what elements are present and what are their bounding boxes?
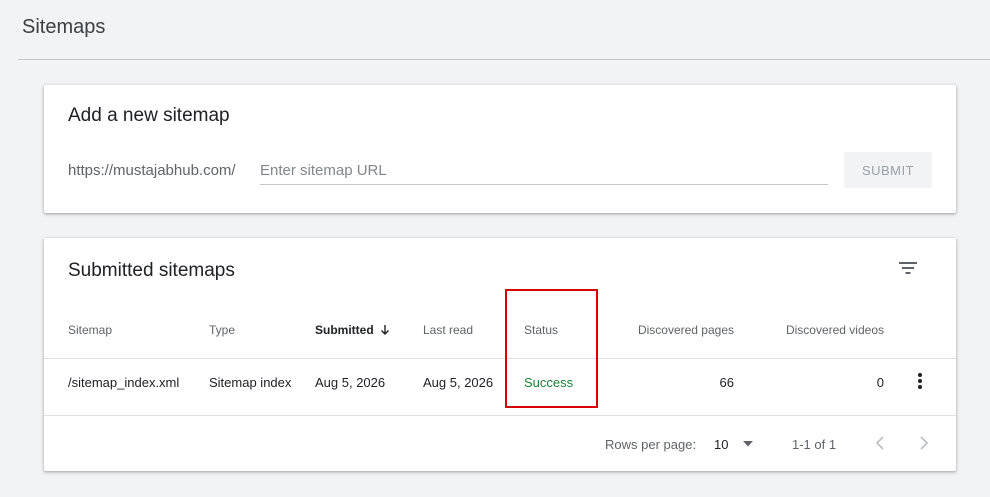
column-header-discovered-videos[interactable]: Discovered videos <box>754 323 884 337</box>
column-header-discovered-pages[interactable]: Discovered pages <box>604 323 734 337</box>
sort-arrow-down-icon <box>380 325 389 335</box>
column-header-type[interactable]: Type <box>209 323 235 337</box>
status-highlight-box <box>505 289 598 408</box>
add-sitemap-title: Add a new sitemap <box>68 105 230 126</box>
cell-discovered-pages: 66 <box>719 375 734 390</box>
page-header: Sitemaps <box>0 0 990 60</box>
cell-last-read: Aug 5, 2026 <box>423 375 494 390</box>
submitted-sitemaps-card: Submitted sitemaps Sitemap Type Submitte… <box>44 238 956 471</box>
dropdown-arrow-icon <box>743 441 753 447</box>
rows-per-page-label: Rows per page: <box>605 437 697 452</box>
cell-discovered-videos: 0 <box>876 375 884 390</box>
url-prefix: https://mustajabhub.com/ <box>68 162 236 179</box>
chevron-right-icon[interactable] <box>914 433 934 453</box>
cell-type: Sitemap index <box>209 375 292 390</box>
header-row-divider <box>44 358 956 359</box>
add-sitemap-card: Add a new sitemap https://mustajabhub.co… <box>44 85 956 213</box>
column-header-sitemap[interactable]: Sitemap <box>68 323 112 337</box>
submitted-sitemaps-title: Submitted sitemaps <box>68 260 235 281</box>
filter-icon[interactable] <box>898 260 918 276</box>
chevron-left-icon[interactable] <box>870 433 890 453</box>
pagination-range: 1-1 of 1 <box>792 437 837 452</box>
more-vert-icon[interactable] <box>916 372 924 390</box>
rows-per-page-value: 10 <box>714 437 729 452</box>
header-divider <box>18 59 990 60</box>
cell-sitemap: /sitemap_index.xml <box>68 375 180 390</box>
submit-button[interactable]: SUBMIT <box>844 152 932 188</box>
column-header-last-read[interactable]: Last read <box>423 323 473 337</box>
column-header-submitted[interactable]: Submitted <box>315 323 390 337</box>
row-divider <box>44 415 956 416</box>
cell-submitted: Aug 5, 2026 <box>315 375 386 390</box>
rows-per-page-select[interactable]: 10 <box>714 435 758 453</box>
column-header-submitted-label: Submitted <box>315 323 374 337</box>
page-title: Sitemaps <box>22 16 106 38</box>
sitemap-url-input[interactable] <box>260 159 828 185</box>
